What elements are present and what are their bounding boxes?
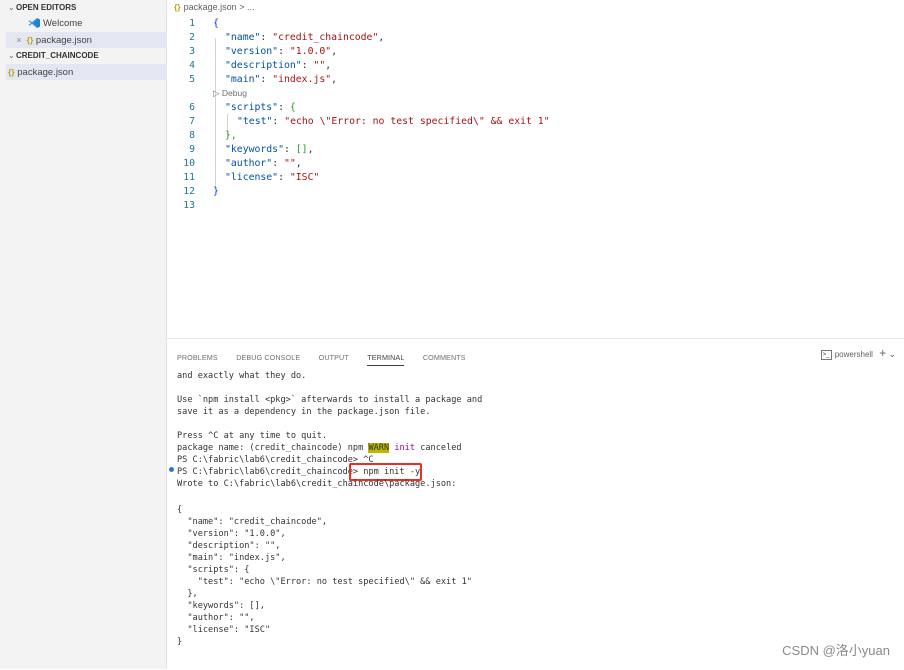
terminal-line: "license": "ISC" bbox=[177, 625, 271, 635]
terminal-line: "name": "credit_chaincode", bbox=[177, 517, 328, 527]
open-editor-package-json[interactable]: × {} package.json bbox=[6, 32, 166, 48]
tab-terminal[interactable]: TERMINAL bbox=[367, 352, 405, 366]
json-braces-icon: {} bbox=[174, 2, 181, 12]
explorer-sidebar: ⌄OPEN EDITORS Welcome × {} package.json … bbox=[0, 0, 167, 669]
indent-guide bbox=[215, 38, 216, 188]
new-terminal-plus-icon[interactable]: + bbox=[879, 346, 886, 360]
breadcrumb-rest[interactable]: ... bbox=[247, 2, 255, 12]
terminal-line: "scripts": { bbox=[177, 565, 250, 575]
tab-output[interactable]: OUTPUT bbox=[319, 352, 349, 366]
terminal-line: PS C:\fabric\lab6\credit_chaincode> ^C bbox=[177, 455, 374, 465]
terminal-line: "version": "1.0.0", bbox=[177, 529, 286, 539]
terminal-line: }, bbox=[177, 589, 198, 599]
warn-badge: WARN bbox=[368, 443, 390, 453]
terminal-line: } bbox=[177, 637, 183, 647]
breadcrumb-file[interactable]: package.json bbox=[184, 2, 237, 12]
watermark: CSDN @洛小yuan bbox=[782, 643, 890, 658]
terminal-line: "description": "", bbox=[177, 541, 281, 551]
debug-codelens[interactable]: ▷ Debug bbox=[213, 88, 247, 99]
chevron-down-icon: ⌄ bbox=[8, 3, 15, 12]
terminal-line: save it as a dependency in the package.j… bbox=[177, 407, 431, 417]
terminal-line: Press ^C at any time to quit. bbox=[177, 431, 328, 441]
terminal-toolbar: >_ powershell + ⌄ bbox=[820, 346, 896, 360]
close-icon[interactable]: × bbox=[14, 32, 24, 48]
chevron-down-icon[interactable]: ⌄ bbox=[888, 349, 896, 359]
breadcrumb-separator: > bbox=[239, 2, 245, 12]
terminal-line: { bbox=[177, 505, 183, 515]
folder-header[interactable]: ⌄CREDIT_CHAINCODE bbox=[6, 48, 166, 64]
json-braces-icon: {} bbox=[8, 67, 15, 77]
terminal-line: "main": "index.js", bbox=[177, 553, 286, 563]
breadcrumb[interactable]: {} package.json > ... bbox=[174, 2, 254, 15]
tab-debug-console[interactable]: DEBUG CONSOLE bbox=[236, 352, 300, 366]
terminal-line: package name: (credit_chaincode) npm WAR… bbox=[177, 443, 462, 453]
tab-problems[interactable]: PROBLEMS bbox=[177, 352, 218, 366]
json-braces-icon: {} bbox=[26, 35, 34, 45]
panel-tabs: PROBLEMS DEBUG CONSOLE OUTPUT TERMINAL C… bbox=[177, 347, 480, 366]
command-decoration-icon bbox=[169, 467, 174, 472]
terminal-line: and exactly what they do. bbox=[177, 371, 307, 381]
code-editor[interactable]: 1{ 2 "name": "credit_chaincode", 3 "versio… bbox=[167, 16, 904, 336]
terminal-line: "keywords": [], bbox=[177, 601, 265, 611]
shell-name[interactable]: powershell bbox=[835, 350, 873, 359]
file-package-json[interactable]: {} package.json bbox=[6, 64, 166, 80]
terminal-line: "author": "", bbox=[177, 613, 255, 623]
open-editor-welcome[interactable]: Welcome bbox=[6, 16, 166, 32]
vscode-icon bbox=[28, 18, 40, 29]
terminal-icon: >_ bbox=[820, 349, 832, 360]
tab-comments[interactable]: COMMENTS bbox=[423, 352, 466, 366]
terminal-line: Use `npm install <pkg>` afterwards to in… bbox=[177, 395, 483, 405]
terminal[interactable]: and exactly what they do. Use `npm insta… bbox=[169, 370, 904, 670]
terminal-line: Wrote to C:\fabric\lab6\credit_chaincode… bbox=[177, 479, 457, 489]
bottom-panel: PROBLEMS DEBUG CONSOLE OUTPUT TERMINAL C… bbox=[167, 338, 904, 670]
chevron-down-icon: ⌄ bbox=[8, 51, 15, 60]
open-editors-header[interactable]: ⌄OPEN EDITORS bbox=[6, 0, 166, 16]
terminal-line: "test": "echo \"Error: no test specified… bbox=[177, 577, 472, 587]
